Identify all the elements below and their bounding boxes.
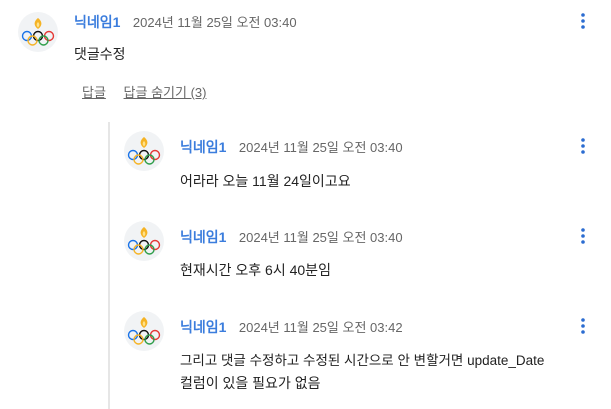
vertical-more-dots-icon [581, 138, 585, 154]
reply-meta: 닉네임1 2024년 11월 25일 오전 03:42 [180, 317, 403, 337]
timestamp: 2024년 11월 25일 오전 03:42 [238, 320, 403, 335]
nickname[interactable]: 닉네임1 [180, 229, 226, 245]
more-options-button[interactable] [578, 12, 588, 30]
nickname[interactable]: 닉네임1 [74, 14, 120, 30]
avatar[interactable] [18, 12, 58, 52]
replies-thread-line [108, 122, 110, 409]
more-options-button[interactable] [578, 137, 588, 155]
reply-meta: 닉네임1 2024년 11월 25일 오전 03:40 [180, 137, 403, 157]
timestamp: 2024년 11월 25일 오전 03:40 [238, 230, 403, 245]
olympic-rings-avatar-icon [127, 227, 161, 255]
reply-text: 현재시간 오후 6시 40분임 [180, 262, 331, 278]
vertical-more-dots-icon [581, 318, 585, 334]
reply-button[interactable]: 답글 [82, 85, 106, 100]
nickname[interactable]: 닉네임1 [180, 139, 226, 155]
more-options-button[interactable] [578, 317, 588, 335]
reply-text-line: 그리고 댓글 수정하고 수정된 시간으로 안 변할거면 update_Date [180, 353, 545, 368]
olympic-rings-avatar-icon [127, 317, 161, 345]
timestamp: 2024년 11월 25일 오전 03:40 [238, 140, 403, 155]
olympic-rings-avatar-icon [21, 18, 55, 46]
reply-text: 어라라 오늘 11월 24일이고요 [180, 173, 351, 189]
nickname[interactable]: 닉네임1 [180, 319, 226, 335]
hide-replies-button[interactable]: 답글 숨기기 (3) [124, 85, 207, 100]
reply-meta: 닉네임1 2024년 11월 25일 오전 03:40 [180, 227, 403, 247]
comment-meta: 닉네임1 2024년 11월 25일 오전 03:40 [74, 12, 297, 32]
vertical-more-dots-icon [581, 13, 585, 29]
avatar[interactable] [124, 221, 164, 261]
timestamp: 2024년 11월 25일 오전 03:40 [132, 15, 297, 30]
avatar[interactable] [124, 311, 164, 351]
vertical-more-dots-icon [581, 228, 585, 244]
avatar[interactable] [124, 131, 164, 171]
olympic-rings-avatar-icon [127, 137, 161, 165]
comment-text: 댓글수정 [74, 46, 126, 62]
more-options-button[interactable] [578, 227, 588, 245]
reply-text-line: 컬럼이 있을 필요가 없음 [180, 375, 321, 391]
comment-actions: 답글 답글 숨기기 (3) [82, 82, 206, 101]
